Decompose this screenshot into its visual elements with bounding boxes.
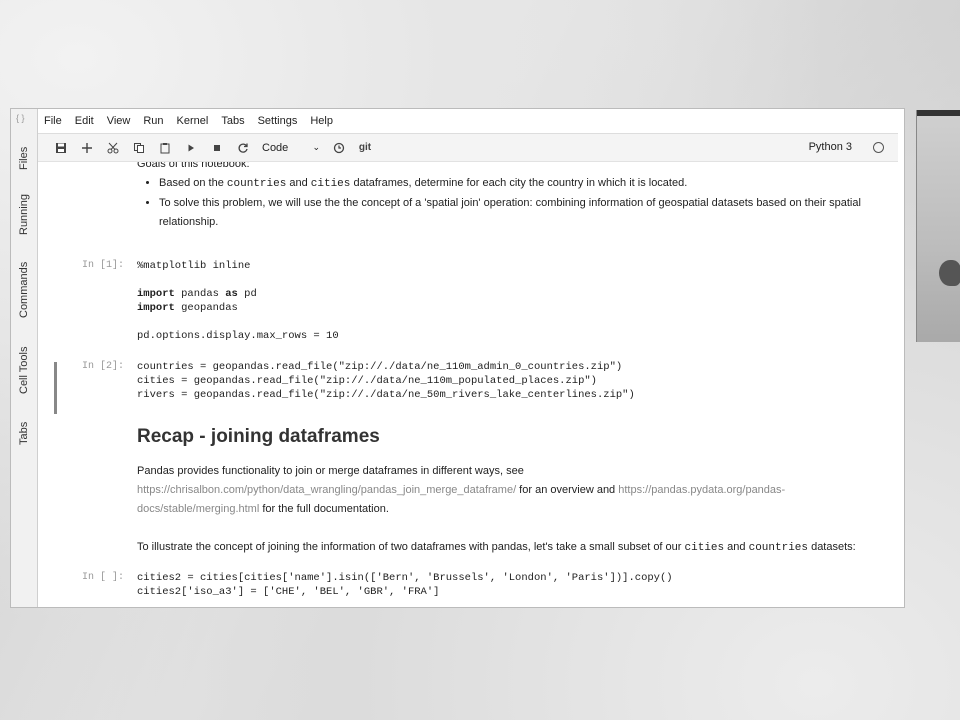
clock-icon[interactable] bbox=[326, 137, 352, 159]
markdown-recap-text: Pandas provides functionality to join or… bbox=[137, 465, 786, 515]
cell-prompt: In [ ]: bbox=[82, 572, 125, 583]
jupyterlab-window: { } Files Running Commands Cell Tools Ta… bbox=[10, 108, 905, 608]
markdown-goals-list: Based on the countries and cities datafr… bbox=[137, 174, 897, 232]
tab-tabs[interactable]: Tabs bbox=[12, 419, 36, 447]
menu-help[interactable]: Help bbox=[310, 115, 333, 127]
link-pandas-docs[interactable]: https://pandas.pydata.org/pandas- bbox=[618, 484, 785, 496]
markdown-goals-heading: Goals of this notebook: bbox=[137, 162, 250, 170]
cell-prompt: In [1]: bbox=[82, 260, 125, 271]
add-icon[interactable] bbox=[74, 137, 100, 159]
cut-icon[interactable] bbox=[100, 137, 126, 159]
stop-icon[interactable] bbox=[204, 137, 230, 159]
code-cell-read-files[interactable]: countries = geopandas.read_file("zip://.… bbox=[137, 360, 635, 402]
menu-bar: File Edit View Run Kernel Tabs Settings … bbox=[38, 109, 904, 133]
recap-heading: Recap - joining dataframes bbox=[137, 426, 380, 447]
list-item: To solve this problem, we will use the t… bbox=[159, 194, 897, 232]
link-pandas-docs-cont[interactable]: docs/stable/merging.html bbox=[137, 503, 259, 515]
markdown-illustrate: To illustrate the concept of joining the… bbox=[137, 541, 856, 554]
tab-running[interactable]: Running bbox=[12, 191, 36, 239]
restart-icon[interactable] bbox=[230, 137, 256, 159]
link-chrisalbon[interactable]: https://chrisalbon.com/python/data_wrang… bbox=[137, 484, 516, 496]
menu-run[interactable]: Run bbox=[143, 115, 163, 127]
cell-type-select[interactable]: Code ⌄ bbox=[262, 142, 320, 154]
menu-view[interactable]: View bbox=[107, 115, 131, 127]
save-icon[interactable] bbox=[48, 137, 74, 159]
tab-files[interactable]: Files bbox=[12, 141, 36, 175]
menu-tabs[interactable]: Tabs bbox=[221, 115, 244, 127]
menu-kernel[interactable]: Kernel bbox=[177, 115, 209, 127]
paste-icon[interactable] bbox=[152, 137, 178, 159]
code-cell-imports[interactable]: %matplotlib inline import pandas as pd i… bbox=[137, 259, 339, 343]
cell-prompt: In [2]: bbox=[82, 361, 125, 372]
git-icon[interactable]: git bbox=[352, 137, 378, 159]
background-window-photo bbox=[916, 110, 960, 342]
kernel-name[interactable]: Python 3 bbox=[809, 141, 852, 153]
kernel-status-icon bbox=[873, 142, 884, 153]
jupyter-logo-icon: { } bbox=[16, 113, 25, 123]
git-label: git bbox=[358, 142, 372, 153]
notebook-toolbar: Code ⌄ git Python 3 bbox=[38, 134, 898, 162]
tab-commands[interactable]: Commands bbox=[12, 259, 36, 321]
left-sidebar: { } Files Running Commands Cell Tools Ta… bbox=[11, 109, 38, 607]
tab-cell-tools[interactable]: Cell Tools bbox=[12, 341, 36, 399]
active-cell-indicator bbox=[54, 362, 57, 414]
menu-settings[interactable]: Settings bbox=[258, 115, 298, 127]
notebook-panel: Code ⌄ git Python 3 Goals of this noteboo… bbox=[38, 133, 898, 607]
menu-file[interactable]: File bbox=[44, 115, 62, 127]
chevron-down-icon: ⌄ bbox=[312, 142, 320, 152]
list-item: Based on the countries and cities datafr… bbox=[159, 174, 897, 194]
copy-icon[interactable] bbox=[126, 137, 152, 159]
menu-edit[interactable]: Edit bbox=[75, 115, 94, 127]
code-cell-subset[interactable]: cities2 = cities[cities['name'].isin(['B… bbox=[137, 571, 673, 599]
notebook-content: Goals of this notebook: Based on the cou… bbox=[38, 162, 898, 607]
cell-type-value: Code bbox=[262, 141, 289, 154]
run-icon[interactable] bbox=[178, 137, 204, 159]
